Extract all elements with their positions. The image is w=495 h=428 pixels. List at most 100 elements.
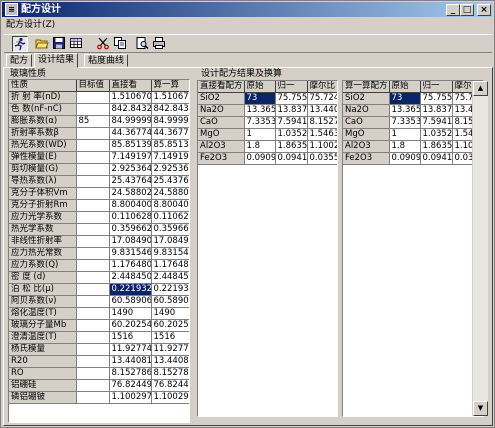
open-folder-icon[interactable]: [34, 36, 50, 52]
table-row[interactable]: 折射率系数β 44.36774844.367748: [9, 127, 189, 141]
table-cell[interactable]: 842.84327: [109, 103, 152, 117]
row-label-cell[interactable]: MgO: [343, 128, 390, 142]
table-cell[interactable]: 842.84327: [151, 103, 189, 117]
table-cell[interactable]: [76, 295, 110, 309]
table-row[interactable]: Fe2O30.0909750.094180.03550: [343, 152, 483, 166]
table-cell[interactable]: 1: [389, 128, 421, 142]
table-cell[interactable]: 1: [244, 128, 276, 142]
print-icon[interactable]: [151, 36, 167, 52]
tab-design-results[interactable]: 设计结果: [34, 53, 79, 68]
table-cell[interactable]: 1.03528: [275, 128, 308, 142]
grid-icon[interactable]: [68, 36, 84, 52]
row-label-cell[interactable]: 澄清温度(T): [9, 331, 77, 345]
table-cell[interactable]: 75.7554: [420, 92, 453, 106]
column-header-original[interactable]: 原始: [244, 81, 276, 94]
table-cell[interactable]: 85.851397: [151, 139, 189, 153]
table-cell[interactable]: [76, 331, 110, 345]
table-cell[interactable]: [76, 355, 110, 369]
table-row[interactable]: 应力热光常数 9.83154619.8315461: [9, 247, 189, 261]
row-label-cell[interactable]: 应力光学系数: [9, 211, 77, 225]
table-cell[interactable]: 0.09418: [275, 152, 308, 166]
table-cell[interactable]: 85: [76, 115, 110, 129]
table-cell[interactable]: 44.367748: [109, 127, 152, 141]
row-label-cell[interactable]: CaO: [343, 116, 390, 130]
table-cell[interactable]: 8.15278: [307, 116, 337, 130]
table-cell[interactable]: [76, 223, 110, 237]
table-row[interactable]: Na2O13.365813.837413.44081: [343, 104, 483, 118]
row-label-cell[interactable]: SiO2: [198, 92, 245, 106]
copy-icon[interactable]: [112, 36, 128, 52]
table-cell[interactable]: 2.4484501: [151, 271, 189, 285]
table-cell[interactable]: 7.1491978: [109, 151, 152, 165]
column-header-calculate[interactable]: 算一算: [151, 80, 189, 93]
table-cell[interactable]: 13.440813: [109, 355, 152, 369]
table-row[interactable]: 澄清温度(T) 1516 1516: [9, 331, 189, 345]
table-cell[interactable]: [76, 235, 110, 249]
table-cell[interactable]: 7.59414: [275, 116, 308, 130]
table-row[interactable]: 铝硼硅 76.82449776.824497: [9, 379, 189, 393]
table-cell[interactable]: 76.824497: [109, 379, 152, 393]
table-cell[interactable]: 13.8374: [420, 104, 453, 118]
print-preview-icon[interactable]: [134, 36, 150, 52]
table-cell[interactable]: 44.367748: [151, 127, 189, 141]
row-label-cell[interactable]: SiO2: [343, 92, 390, 106]
table-cell[interactable]: [76, 187, 110, 201]
table-cell[interactable]: 60.202544: [109, 319, 152, 333]
table-cell[interactable]: 75.72411: [307, 92, 337, 106]
row-label-cell[interactable]: MgO: [198, 128, 245, 142]
table-row[interactable]: MgO11.035281.54639: [198, 128, 337, 142]
table-row[interactable]: Fe2O30.0909750.094180.03550: [198, 152, 337, 166]
table-row[interactable]: 剪切模量(G) 2.92536482.9253648: [9, 163, 189, 177]
save-icon[interactable]: [51, 36, 67, 52]
table-cell[interactable]: 13.8374: [275, 104, 308, 118]
row-label-cell[interactable]: 磷铝硼铍: [9, 391, 77, 405]
column-header-original[interactable]: 原始: [389, 81, 421, 94]
table-cell[interactable]: [76, 319, 110, 333]
table-cell[interactable]: [76, 247, 110, 261]
table-row[interactable]: Na2O13.365813.837413.44081: [198, 104, 337, 118]
table-cell[interactable]: 0.1106289: [109, 211, 152, 225]
table-row[interactable]: SiO27375.755475.72411: [198, 92, 337, 106]
column-header-direct-formula[interactable]: 直接看配方: [198, 81, 245, 94]
row-label-cell[interactable]: Fe2O3: [343, 152, 390, 166]
table-row[interactable]: 热光学系数 0.35966210.3596621: [9, 223, 189, 237]
row-label-cell[interactable]: 杨氏模量: [9, 343, 77, 357]
column-header-property[interactable]: 性质: [9, 80, 77, 93]
table-cell[interactable]: 1490: [109, 307, 152, 321]
table-row[interactable]: 热光系数(WD) 85.85139785.851397: [9, 139, 189, 153]
table-cell[interactable]: 75.7554: [275, 92, 308, 106]
table-cell[interactable]: 24.588021: [151, 187, 189, 201]
row-label-cell[interactable]: R20: [9, 355, 77, 369]
column-header-target[interactable]: 目标值: [76, 80, 110, 93]
maximize-button[interactable]: □: [460, 4, 474, 16]
cut-icon[interactable]: [95, 36, 111, 52]
table-row[interactable]: Al2O31.81.863501.10029: [198, 140, 337, 154]
table-cell[interactable]: 11.927745: [109, 343, 152, 357]
row-label-cell[interactable]: 熔化温度(T): [9, 307, 77, 321]
table-row[interactable]: R20 13.44081313.440813: [9, 355, 189, 369]
table-row[interactable]: 色 数(nF-nC) 842.84327842.84327: [9, 103, 189, 117]
table-row[interactable]: 杨氏模量 11.92774511.927745: [9, 343, 189, 357]
row-label-cell[interactable]: 弹性模量(E): [9, 151, 77, 165]
row-label-cell[interactable]: 克分子折射Rm: [9, 199, 77, 213]
table-cell[interactable]: 8.8004001: [109, 199, 152, 213]
table-cell[interactable]: [76, 199, 110, 213]
table-cell[interactable]: [76, 163, 110, 177]
table-cell[interactable]: 7.33535: [244, 116, 276, 130]
table-row[interactable]: 泊 松 比(μ) 0.22193270.2219327: [9, 283, 189, 297]
table-cell[interactable]: [76, 271, 110, 285]
table-cell[interactable]: 9.8315461: [151, 247, 189, 261]
scroll-up-arrow-icon[interactable]: ▲: [473, 81, 488, 96]
column-header-calc-formula[interactable]: 算一算配方: [343, 81, 390, 94]
table-row[interactable]: 膨胀系数(α)8584.99999984.999999: [9, 115, 189, 129]
table-cell[interactable]: 60.589061: [151, 295, 189, 309]
table-cell[interactable]: 76.824497: [151, 379, 189, 393]
table-row[interactable]: 玻璃分子量Mb 60.20254460.202544: [9, 319, 189, 333]
vertical-scrollbar[interactable]: ▲ ▼: [472, 81, 488, 416]
row-label-cell[interactable]: 玻璃分子量Mb: [9, 319, 77, 333]
table-cell[interactable]: 17.084901: [151, 235, 189, 249]
table-cell[interactable]: 84.999999: [151, 115, 189, 129]
table-cell[interactable]: [76, 175, 110, 189]
table-cell[interactable]: [76, 103, 110, 117]
close-button[interactable]: ×: [477, 4, 491, 16]
